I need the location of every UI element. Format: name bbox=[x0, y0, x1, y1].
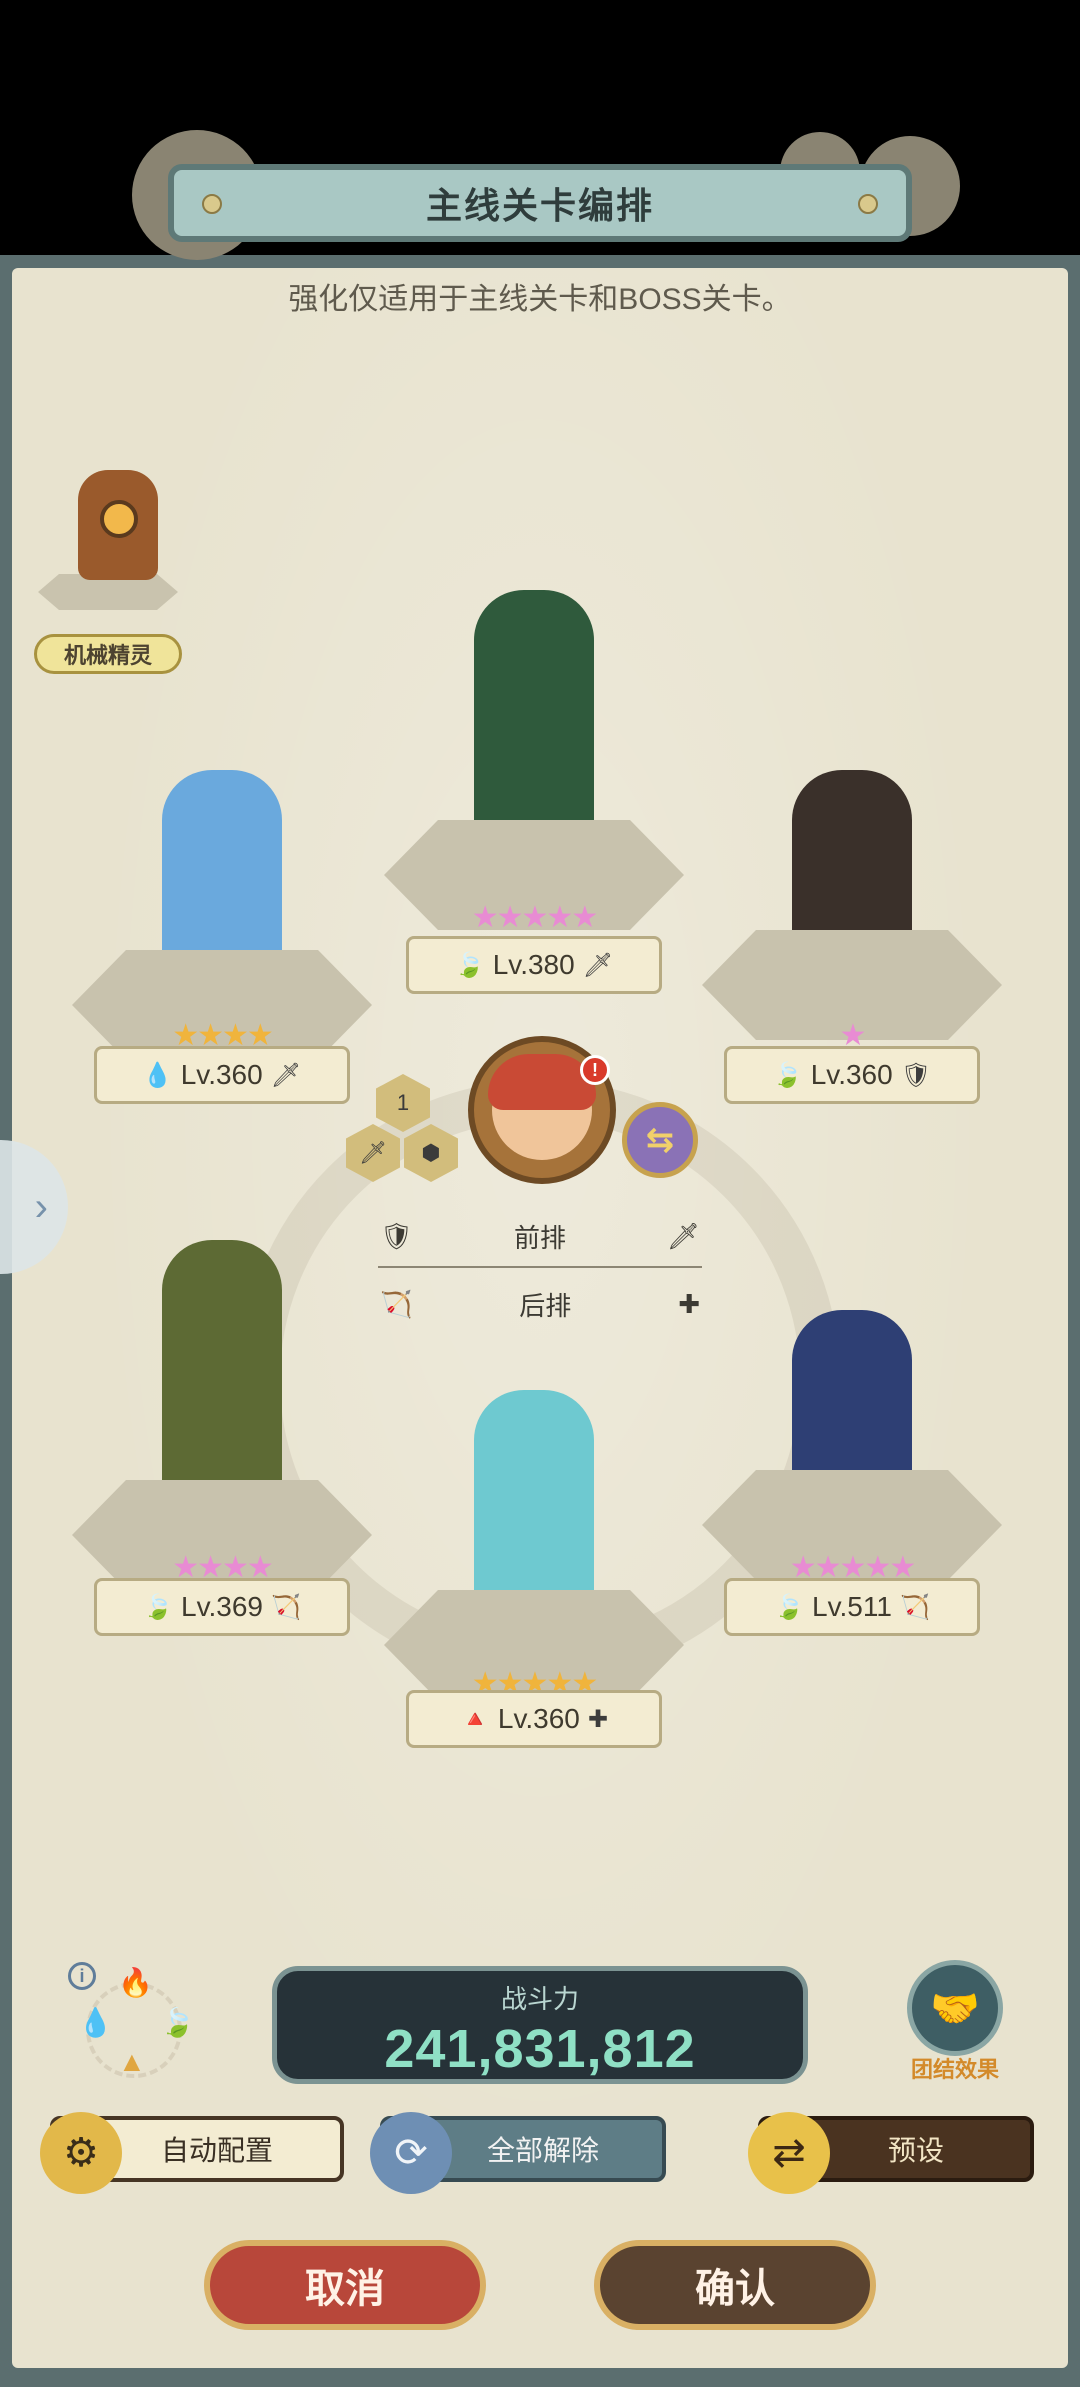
clear-all-label: 全部解除 bbox=[486, 2135, 599, 2166]
bow-icon: 🏹 bbox=[380, 1289, 413, 1319]
leaf-icon: 🍃 bbox=[160, 2007, 195, 2038]
hero-level-box: 🔺 Lv.360 ✚ bbox=[406, 1690, 662, 1748]
front-row-text: 前排 bbox=[513, 1223, 566, 1253]
hero-level-box: 💧 Lv.360 🗡 bbox=[94, 1046, 350, 1104]
auto-config-button[interactable]: ⚙ 自动配置 bbox=[40, 2112, 344, 2194]
hero-slot-bottom-left[interactable]: ★★★★ 🍃 Lv.369 🏹 bbox=[72, 1240, 372, 1640]
combat-power-label: 战斗力 bbox=[500, 1984, 579, 2014]
hero-level-box: 🍃 Lv.511 🏹 bbox=[724, 1578, 980, 1636]
plus-icon: ✚ bbox=[678, 1289, 700, 1319]
leaf-element-icon: 🍃 bbox=[774, 1593, 805, 1621]
hero-level: Lv.380 bbox=[492, 949, 575, 980]
hero-level: Lv.360 bbox=[497, 1703, 580, 1734]
rivet-icon bbox=[202, 194, 222, 214]
bow-role-icon: 🏹 bbox=[899, 1593, 930, 1621]
gear-icon: ⚙ bbox=[40, 2112, 122, 2194]
preset-label: 预设 bbox=[887, 2135, 944, 2166]
sword-role-icon: 🗡 bbox=[270, 1061, 302, 1089]
handshake-icon: 🤝 bbox=[907, 1960, 1003, 2056]
element-synergy-wheel[interactable]: 🔥 💧 🍃 ▲ bbox=[72, 1956, 202, 2086]
combat-power-value: 241,831,812 bbox=[384, 2019, 696, 2079]
cancel-button[interactable]: 取消 bbox=[204, 2240, 486, 2330]
hero-level: Lv.511 bbox=[812, 1591, 892, 1622]
hero-slot-mid-left[interactable]: ★★★★ 💧 Lv.360 🗡 bbox=[72, 770, 372, 1110]
rivet-icon bbox=[858, 194, 878, 214]
fire-icon: 🔥 bbox=[118, 1967, 153, 1998]
spirit-eye-icon bbox=[100, 500, 138, 538]
leaf-element-icon: 🍃 bbox=[143, 1593, 173, 1621]
confirm-button[interactable]: 确认 bbox=[594, 2240, 876, 2330]
combat-power-panel: 战斗力 241,831,812 bbox=[272, 1966, 808, 2084]
hero-slot-top-center[interactable]: ★★★★★ 🍃 Lv.380 🗡 bbox=[384, 590, 684, 1000]
hero-level: Lv.360 bbox=[180, 1059, 263, 1090]
team-effect-label: 团结效果 bbox=[910, 2057, 999, 2082]
preset-button[interactable]: ⇄ 预设 bbox=[748, 2112, 1034, 2194]
leaf-element-icon: 🍃 bbox=[454, 951, 485, 979]
clear-all-button[interactable]: ⟳ 全部解除 bbox=[370, 2112, 666, 2194]
water-icon: 💧 bbox=[78, 2007, 113, 2038]
shield-icon: 🛡 bbox=[380, 1221, 414, 1251]
swap-arrows-icon: ⇄ bbox=[748, 2112, 830, 2194]
front-row-label: 🛡 前排 🗡 bbox=[380, 1218, 700, 1255]
sword-icon: 🗡 bbox=[666, 1221, 700, 1251]
hero-level-box: 🍃 Lv.369 🏹 bbox=[94, 1578, 350, 1636]
leader-hair bbox=[488, 1054, 596, 1110]
row-divider bbox=[378, 1266, 702, 1268]
hero-level-box: 🍃 Lv.380 🗡 bbox=[406, 936, 662, 994]
auto-config-label: 自动配置 bbox=[160, 2135, 273, 2166]
back-row-text: 后排 bbox=[519, 1291, 572, 1321]
leaf-element-icon: 🍃 bbox=[772, 1061, 803, 1089]
hero-slot-bottom-right[interactable]: ★★★★★ 🍃 Lv.511 🏹 bbox=[702, 1310, 1002, 1640]
swap-button[interactable]: ⇆ bbox=[622, 1102, 698, 1178]
mechanical-spirit[interactable] bbox=[38, 470, 178, 640]
earth-icon: ▲ bbox=[118, 2046, 146, 2077]
back-row-label: 🏹 后排 ✚ bbox=[380, 1286, 700, 1323]
sword-role-icon: 🗡 bbox=[582, 951, 614, 979]
swap-icon: ⇆ bbox=[645, 1121, 675, 1159]
title-bar: 主线关卡编排 bbox=[168, 164, 912, 242]
healer-role-icon: ✚ bbox=[587, 1705, 608, 1733]
hero-level-box: 🍃 Lv.360 🛡 bbox=[724, 1046, 980, 1104]
hero-slot-mid-right[interactable]: ★ 🍃 Lv.360 🛡 bbox=[702, 770, 1002, 1110]
earth-element-icon: 🔺 bbox=[460, 1705, 490, 1733]
page-title: 主线关卡编排 bbox=[425, 185, 654, 226]
team-effect-button[interactable]: 🤝 团结效果 bbox=[900, 1960, 1010, 2086]
spirit-label[interactable]: 机械精灵 bbox=[34, 634, 182, 674]
chevron-right-icon: › bbox=[34, 1184, 48, 1229]
hero-level: Lv.369 bbox=[181, 1591, 263, 1622]
water-element-icon: 💧 bbox=[142, 1061, 173, 1089]
unlink-icon: ⟳ bbox=[370, 2112, 452, 2194]
page-subtitle: 强化仅适用于主线关卡和BOSS关卡。 bbox=[288, 283, 792, 316]
alert-badge: ! bbox=[580, 1055, 610, 1085]
hero-level: Lv.360 bbox=[810, 1059, 893, 1090]
bow-role-icon: 🏹 bbox=[271, 1593, 301, 1621]
shield-role-icon: 🛡 bbox=[900, 1061, 932, 1089]
hero-stars: ★★★★★ bbox=[471, 901, 598, 934]
hero-slot-bottom-center[interactable]: ★★★★★ 🔺 Lv.360 ✚ bbox=[384, 1390, 684, 1760]
